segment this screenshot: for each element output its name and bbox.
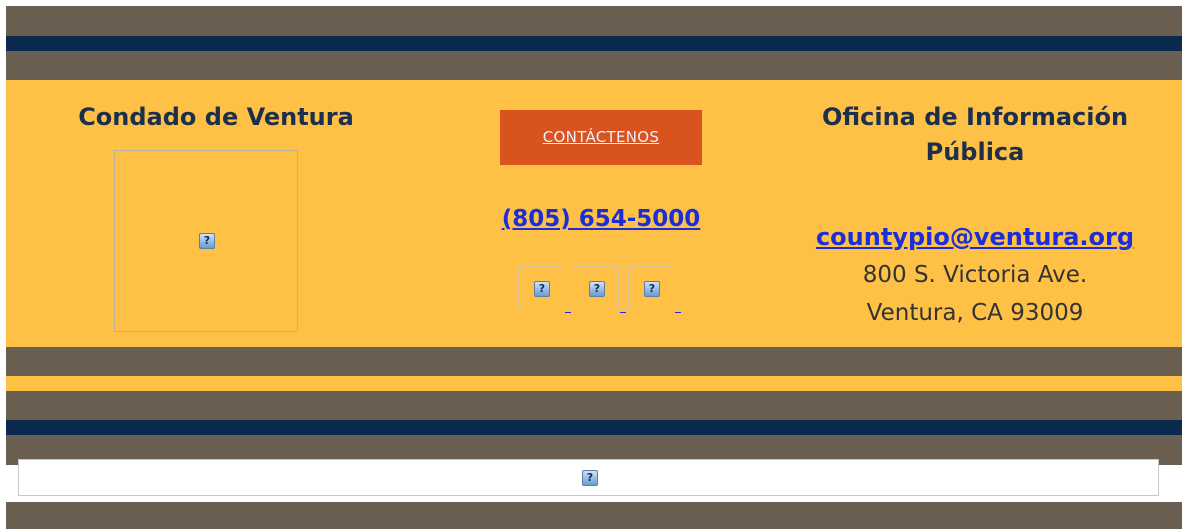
link-underline <box>620 312 626 313</box>
bottom-navy-band <box>6 420 1182 435</box>
email-link[interactable]: countypio@ventura.org <box>796 223 1154 251</box>
bottom-brown-band-2 <box>6 391 1182 420</box>
broken-image-icon: ? <box>534 281 550 297</box>
phone-link[interactable]: (805) 654-5000 <box>475 206 727 232</box>
page-frame: Condado de Ventura ? CONTÁCTENOS (805) 6… <box>6 6 1182 529</box>
broken-image-icon: ? <box>589 281 605 297</box>
bottom-brown-band-4 <box>6 502 1182 529</box>
footer-banner-image: ? <box>18 459 1159 496</box>
address-line-2: Ventura, CA 93009 <box>866 300 1084 326</box>
bottom-brown-band <box>6 347 1182 376</box>
county-logo-image: ? <box>114 150 298 332</box>
address-line-1: 800 S. Victoria Ave. <box>862 262 1088 288</box>
top-navy-band <box>6 36 1182 51</box>
footer-info-section: Condado de Ventura ? CONTÁCTENOS (805) 6… <box>6 80 1182 347</box>
link-underline <box>675 312 681 313</box>
link-underline <box>565 312 571 313</box>
office-title-line1: Oficina de Información <box>821 103 1129 131</box>
office-title-line2: Pública <box>925 138 1025 166</box>
broken-image-icon: ? <box>199 233 215 249</box>
top-brown-band-2 <box>6 51 1182 80</box>
social-link-2[interactable]: ? <box>573 266 619 312</box>
broken-image-icon: ? <box>644 281 660 297</box>
bottom-gold-band <box>6 376 1182 391</box>
contact-button[interactable]: CONTÁCTENOS <box>500 110 702 165</box>
broken-image-icon: ? <box>582 470 598 486</box>
social-link-3[interactable]: ? <box>628 266 674 312</box>
social-link-1[interactable]: ? <box>518 266 564 312</box>
top-brown-band <box>6 6 1182 36</box>
county-title: Condado de Ventura <box>78 103 354 131</box>
